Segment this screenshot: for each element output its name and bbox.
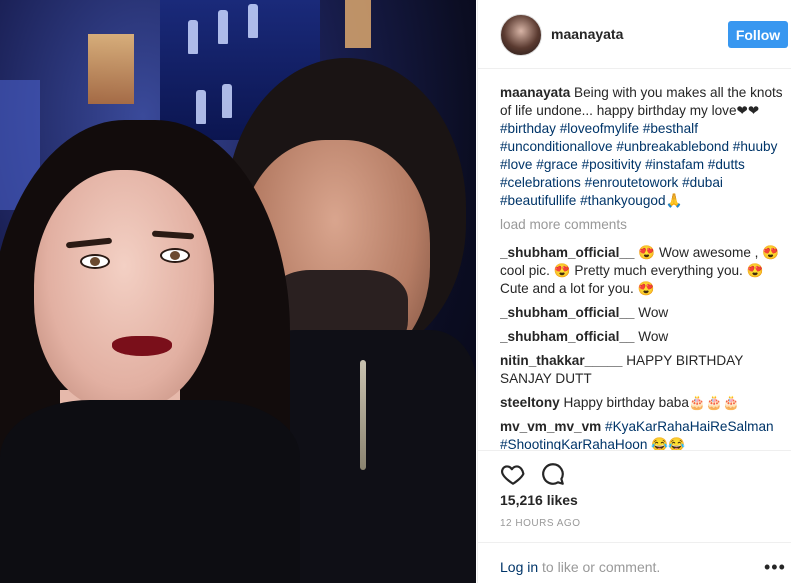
action-bar bbox=[478, 450, 791, 491]
comment-item: mv_vm_mv_vm #KyaKarRahaHaiReSalman #Shoo… bbox=[500, 418, 786, 450]
comment-text: Wow bbox=[634, 305, 669, 320]
man-chain bbox=[360, 360, 366, 470]
likes-count[interactable]: 15,216 likes bbox=[500, 492, 578, 508]
comment-username[interactable]: nitin_thakkar_____ bbox=[500, 353, 622, 368]
username-link[interactable]: maanayata bbox=[551, 26, 623, 42]
more-options-icon[interactable]: ••• bbox=[764, 557, 786, 578]
comments-list[interactable]: maanayata Being with you makes all the k… bbox=[500, 84, 786, 450]
login-prompt: Log in to like or comment. bbox=[500, 559, 660, 575]
comment-item: _shubham_official__ 😍 Wow awesome , 😍 co… bbox=[500, 244, 786, 298]
heart-icon[interactable] bbox=[500, 461, 526, 487]
avatar[interactable] bbox=[500, 14, 542, 56]
post-photo[interactable] bbox=[0, 0, 476, 583]
caption-tail: 🙏 bbox=[665, 193, 683, 208]
comment-username[interactable]: _shubham_official__ bbox=[500, 245, 634, 260]
login-link[interactable]: Log in bbox=[500, 559, 538, 575]
bottle bbox=[196, 90, 206, 124]
post-sidebar: maanayata Follow maanayata Being with yo… bbox=[477, 0, 791, 583]
caption-username[interactable]: maanayata bbox=[500, 85, 570, 100]
login-prompt-text: to like or comment. bbox=[538, 559, 661, 575]
load-more-comments[interactable]: load more comments bbox=[500, 216, 786, 234]
comment-bubble-icon[interactable] bbox=[540, 461, 566, 487]
comment-username[interactable]: steeltony bbox=[500, 395, 560, 410]
comment-text: Happy birthday baba🎂🎂🎂 bbox=[559, 395, 740, 410]
post-timestamp[interactable]: 12 HOURS AGO bbox=[500, 518, 580, 529]
post-header: maanayata Follow bbox=[478, 0, 791, 69]
comment-item: _shubham_official__ Wow bbox=[500, 304, 786, 322]
comment-item: _shubham_official__ Wow bbox=[500, 328, 786, 346]
comment-item: nitin_thakkar_____ HAPPY BIRTHDAY SANJAY… bbox=[500, 352, 786, 388]
woman-body bbox=[0, 400, 300, 583]
woman-eye bbox=[160, 248, 190, 263]
caption: maanayata Being with you makes all the k… bbox=[500, 84, 786, 210]
wall-lamp bbox=[88, 34, 134, 104]
woman-face bbox=[34, 170, 214, 410]
post-footer: Log in to like or comment. ••• bbox=[478, 542, 791, 584]
woman-eye bbox=[80, 254, 110, 269]
bottle bbox=[222, 84, 232, 118]
woman-lips bbox=[112, 336, 172, 356]
comment-item: steeltony Happy birthday baba🎂🎂🎂 bbox=[500, 394, 786, 412]
bottle bbox=[248, 4, 258, 38]
follow-button[interactable]: Follow bbox=[728, 21, 788, 48]
bottle bbox=[188, 20, 198, 54]
comment-text: Wow bbox=[634, 329, 669, 344]
bottle bbox=[218, 10, 228, 44]
comment-username[interactable]: mv_vm_mv_vm bbox=[500, 419, 601, 434]
caption-hashtags[interactable]: #birthday #loveofmylife #besthalf #uncon… bbox=[500, 121, 777, 208]
wall-lamp bbox=[345, 0, 371, 48]
comment-username[interactable]: _shubham_official__ bbox=[500, 329, 634, 344]
comment-username[interactable]: _shubham_official__ bbox=[500, 305, 634, 320]
instagram-post: maanayata Follow maanayata Being with yo… bbox=[0, 0, 791, 583]
